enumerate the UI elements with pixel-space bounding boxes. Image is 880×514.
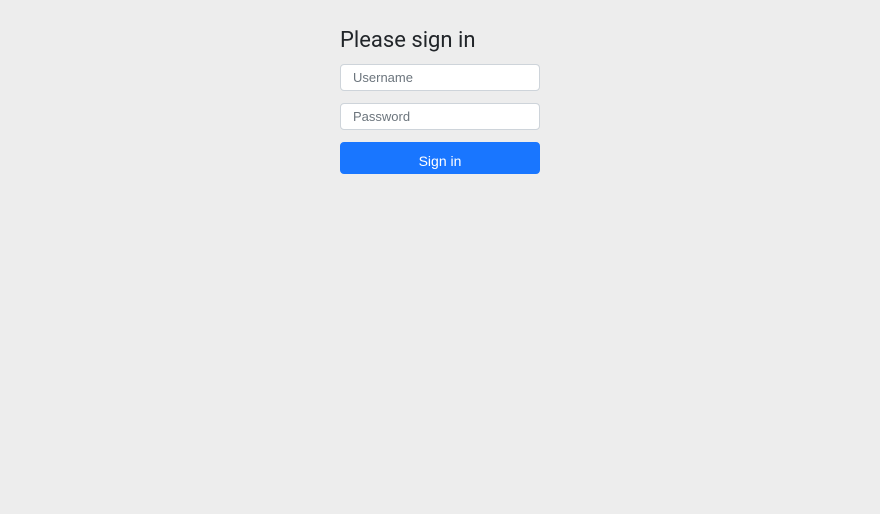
login-heading: Please sign in <box>340 28 540 54</box>
password-input[interactable] <box>340 103 540 130</box>
login-form: Please sign in Sign in <box>340 0 540 174</box>
signin-button[interactable]: Sign in <box>340 142 540 174</box>
username-input[interactable] <box>340 64 540 91</box>
